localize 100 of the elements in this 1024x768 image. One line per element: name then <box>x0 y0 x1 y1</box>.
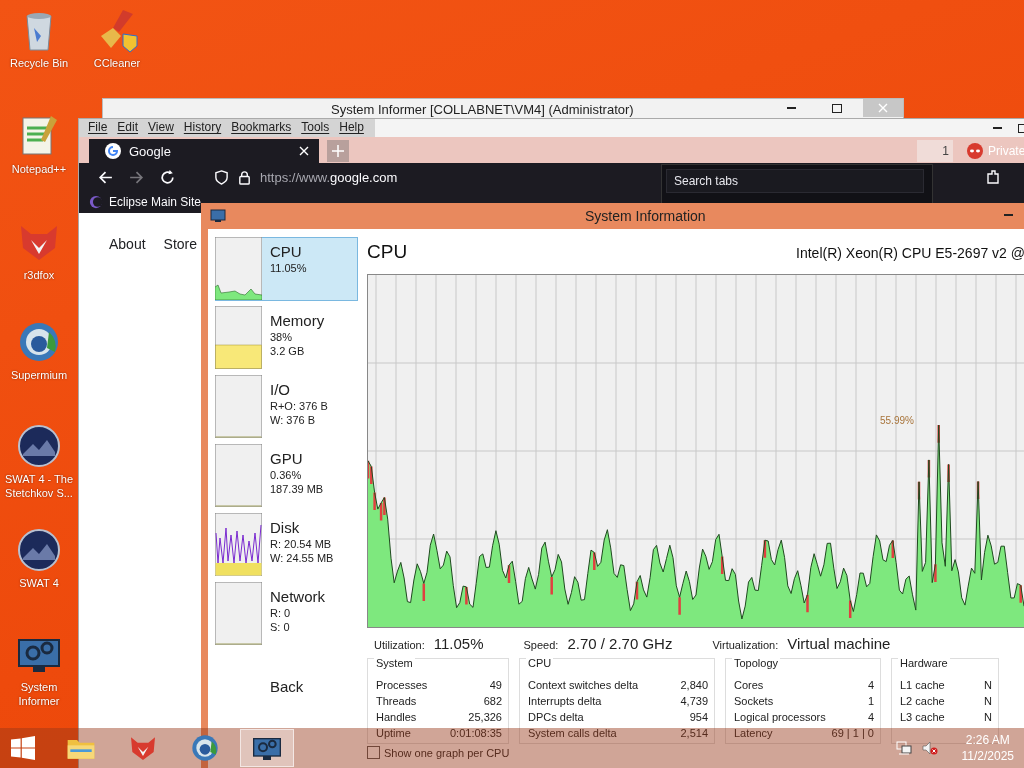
row-label: Latency <box>734 726 773 741</box>
usage-mini-graph <box>215 237 262 300</box>
resource-item[interactable]: GPU 0.36% 187.39 MB <box>215 444 358 508</box>
row-value: 69 | 1 | 0 <box>831 726 874 741</box>
network-icon[interactable] <box>895 740 912 756</box>
resource-name: I/O <box>270 381 291 399</box>
row-value: 49 <box>489 678 502 693</box>
row-label: DPCs delta <box>528 710 584 725</box>
group-title: System <box>374 657 415 669</box>
lock-icon <box>237 169 252 185</box>
icon-label[interactable]: System Informer <box>1 680 77 708</box>
row-label: Threads <box>376 694 417 709</box>
resource-name: CPU <box>270 243 303 261</box>
row-label: L1 cache <box>900 678 945 693</box>
menu-item[interactable]: Bookmarks <box>226 119 297 137</box>
url-text: https://www.google.com <box>260 169 398 185</box>
stat-label: Virtualization: <box>712 638 779 651</box>
group-title: CPU <box>526 657 554 669</box>
row-value: 25,326 <box>468 710 502 725</box>
close-icon[interactable] <box>299 146 309 156</box>
checkbox[interactable] <box>367 746 380 759</box>
resource-item[interactable]: Memory 38% 3.2 GB <box>215 306 358 370</box>
taskbar-button[interactable] <box>240 729 294 767</box>
icon-label[interactable]: Supermium <box>10 368 68 382</box>
row-label: Cores <box>734 678 764 693</box>
resource-item[interactable]: Network R: 0 S: 0 <box>215 582 358 646</box>
peak-label: 55.99% <box>880 415 914 426</box>
row-label: L3 cache <box>900 710 945 725</box>
row-label: Handles <box>376 710 417 725</box>
menu-item[interactable]: Edit <box>112 119 144 137</box>
row-value: N <box>984 710 992 725</box>
google-icon <box>105 143 121 159</box>
row-value: 4,739 <box>680 694 708 709</box>
page-link[interactable]: About <box>109 236 146 252</box>
row-value: 4 <box>867 678 874 693</box>
row-value: 682 <box>483 694 502 709</box>
row-label: Interrupts delta <box>528 694 602 709</box>
row-value: 2,514 <box>680 726 708 741</box>
row-value: N <box>984 694 992 709</box>
resource-value: 3.2 GB <box>270 344 306 358</box>
clock-date: 11/2/2025 <box>961 748 1014 764</box>
menu-item[interactable]: Tools <box>296 119 335 137</box>
usage-mini-graph <box>215 513 262 576</box>
icon-label[interactable]: SWAT 4 <box>19 576 59 590</box>
tab-list-button[interactable]: 1 <box>917 140 953 162</box>
back-button[interactable]: Back <box>270 678 304 695</box>
resource-value: R+O: 376 B <box>270 399 328 413</box>
reload-icon[interactable] <box>159 168 176 186</box>
crescent-icon <box>89 195 103 209</box>
icon-label[interactable]: SWAT 4 - The Stetchkov S... <box>1 472 77 500</box>
mask-icon <box>967 143 983 159</box>
icon-label[interactable]: r3dfox <box>23 268 55 282</box>
row-value: 2,840 <box>680 678 708 693</box>
shield-icon <box>214 169 229 185</box>
dark-circle-icon[interactable] <box>15 526 63 574</box>
row-label: System calls delta <box>528 726 617 741</box>
globe-icon <box>189 732 221 764</box>
resource-item[interactable]: Disk R: 20.54 MB W: 24.55 MB <box>215 513 358 577</box>
resource-item[interactable]: CPU 11.05% <box>215 237 358 301</box>
cpu-model-label: Intel(R) Xeon(R) CPU E5-2697 v2 @ <box>796 245 1024 261</box>
row-label: Sockets <box>734 694 774 709</box>
window-title: System Informer [COLLABNET\VM4] (Administrator) <box>331 102 634 117</box>
resource-name: Disk <box>270 519 301 537</box>
dark-circle-icon[interactable] <box>15 422 63 470</box>
menu-item[interactable]: Help <box>334 119 369 137</box>
muted-speaker-icon[interactable] <box>921 740 938 756</box>
resource-name: Network <box>270 588 325 606</box>
usage-mini-graph <box>215 375 262 438</box>
menu-item[interactable]: History <box>178 119 227 137</box>
row-label: Logical processors <box>734 710 826 725</box>
page-link[interactable]: Store <box>163 236 198 252</box>
resource-item[interactable]: I/O R+O: 376 B W: 376 B <box>215 375 358 439</box>
row-value: 954 <box>689 710 708 725</box>
stat-value: 11.05% <box>433 634 484 652</box>
usage-mini-graph <box>215 582 262 645</box>
clock-time: 2:26 AM <box>965 732 1010 748</box>
row-label: L2 cache <box>900 694 945 709</box>
menu-item[interactable]: File <box>83 119 113 137</box>
usage-mini-graph <box>215 306 262 369</box>
stat-value: 2.70 / 2.70 GHz <box>567 634 673 652</box>
windows-logo-icon <box>11 736 35 760</box>
stat-label: Utilization: <box>374 638 425 651</box>
private-label: Private <box>988 144 1024 158</box>
window-title: System Information <box>585 208 706 224</box>
monitor-icon <box>210 208 226 224</box>
menu-item[interactable]: View <box>143 119 179 137</box>
row-label: Context switches delta <box>528 678 639 693</box>
resource-value: R: 20.54 MB <box>270 537 333 551</box>
browser-tab[interactable]: Google <box>89 139 319 163</box>
search-tabs-field[interactable]: Search tabs <box>666 169 924 193</box>
extensions-icon[interactable] <box>985 169 1001 185</box>
resource-name: Memory <box>270 312 325 330</box>
icon-label[interactable]: Notepad++ <box>11 162 67 176</box>
bookmark-link[interactable]: Eclipse Main Site <box>89 195 202 209</box>
resource-value: W: 24.55 MB <box>270 551 334 565</box>
row-label: Uptime <box>376 726 411 741</box>
resource-name: GPU <box>270 450 304 468</box>
row-value: N <box>984 678 992 693</box>
checkbox-label[interactable]: Show one graph per CPU <box>384 746 510 759</box>
row-value: 1 <box>867 694 874 709</box>
